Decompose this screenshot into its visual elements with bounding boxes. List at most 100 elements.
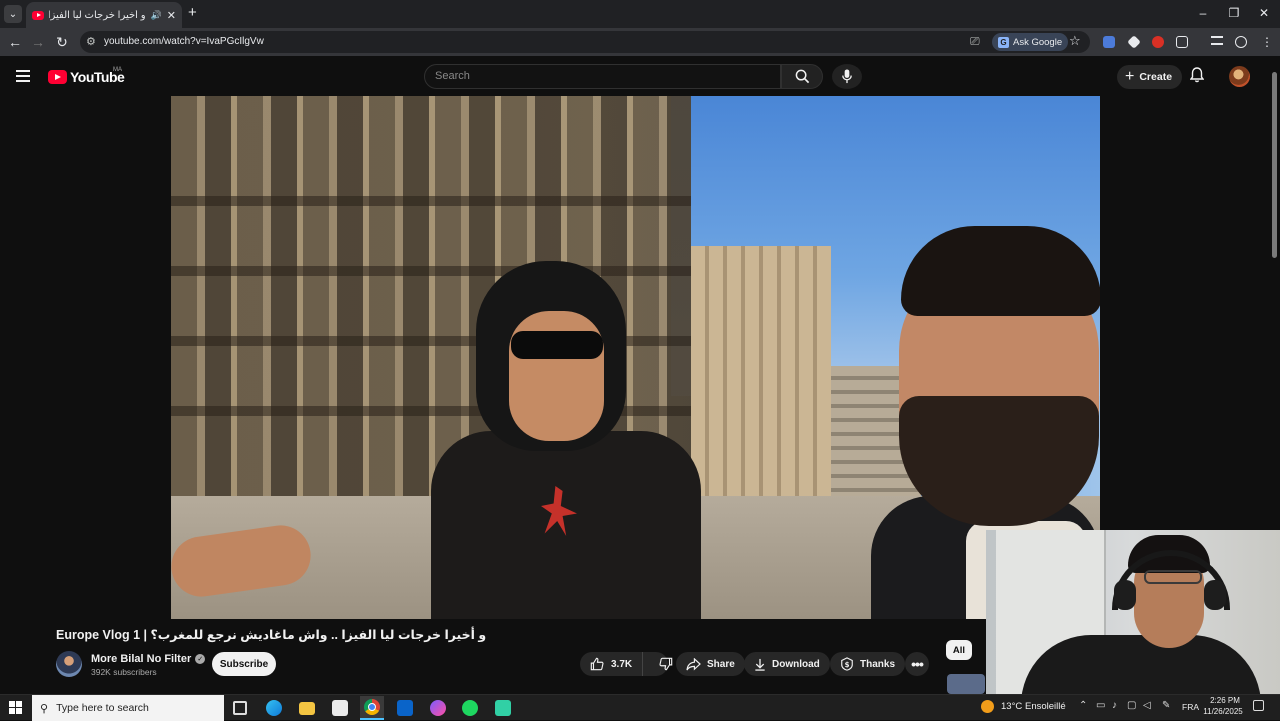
close-tab-icon[interactable]: ✕ bbox=[167, 9, 176, 22]
plus-icon: + bbox=[1125, 68, 1135, 85]
browser-tab-active[interactable]: و أخيرا خرجات ليا الفيزا .. واش 🔊 ✕ bbox=[26, 2, 182, 28]
windows-start-icon[interactable] bbox=[9, 701, 22, 714]
search-input[interactable]: Search bbox=[424, 64, 781, 89]
kebab-menu-icon[interactable]: ⋮ bbox=[1258, 34, 1276, 50]
subscriber-count: 392K subscribers bbox=[91, 667, 157, 677]
new-tab-icon[interactable]: + bbox=[188, 5, 197, 20]
create-label: Create bbox=[1139, 71, 1173, 83]
store-icon[interactable] bbox=[332, 700, 348, 716]
video-frame-facade bbox=[691, 246, 831, 506]
puzzle-icon[interactable] bbox=[1176, 36, 1188, 48]
task-view-icon[interactable] bbox=[233, 701, 247, 715]
video-player[interactable] bbox=[171, 96, 1100, 619]
chrome-taskbar-button[interactable] bbox=[360, 696, 384, 720]
tray-volume-icon[interactable]: ◁ bbox=[1143, 700, 1151, 711]
windows-taskbar: ⚲ Type here to search bbox=[0, 694, 1280, 721]
download-icon bbox=[755, 658, 765, 671]
voice-search-button[interactable] bbox=[832, 64, 862, 89]
tray-pen-icon[interactable]: ✎ bbox=[1162, 700, 1170, 711]
chrome-icon bbox=[364, 699, 380, 715]
thanks-label: Thanks bbox=[860, 658, 896, 670]
profile-icon[interactable] bbox=[1235, 36, 1247, 48]
page-scrollbar[interactable] bbox=[1272, 72, 1277, 258]
ask-google-button[interactable]: G Ask Google bbox=[992, 33, 1069, 51]
speaker-icon[interactable]: 🔊 bbox=[151, 10, 162, 21]
tray-microphone-icon[interactable]: ♪ bbox=[1112, 700, 1117, 711]
more-actions-icon[interactable]: ••• bbox=[905, 652, 929, 676]
clock-date[interactable]: 11/26/2025 bbox=[1201, 707, 1245, 716]
spotify-icon[interactable] bbox=[462, 700, 478, 716]
weather-temperature[interactable]: 13°C bbox=[1001, 701, 1022, 712]
tray-network-icon[interactable]: ▢ bbox=[1127, 700, 1136, 711]
search-icon: ⚲ bbox=[40, 702, 49, 715]
clock-time[interactable]: 2:26 PM bbox=[1205, 696, 1245, 705]
channel-name: More Bilal No Filter bbox=[91, 653, 192, 665]
bookmark-star-icon[interactable]: ☆ bbox=[1069, 33, 1081, 49]
window-close-icon[interactable]: ✕ bbox=[1254, 6, 1274, 20]
minimize-icon[interactable]: – bbox=[1193, 6, 1213, 20]
like-button[interactable]: 3.7K bbox=[580, 652, 644, 676]
restore-icon[interactable]: ❐ bbox=[1224, 6, 1244, 20]
outlook-icon[interactable] bbox=[397, 700, 413, 716]
account-avatar[interactable] bbox=[1229, 66, 1250, 87]
video-title: و أخيرا خرجات ليا الفيزا .. واش ماغاديش … bbox=[56, 628, 487, 642]
taskbar-search-input[interactable]: ⚲ Type here to search bbox=[32, 695, 224, 721]
browser-tab-strip: ⌄ و أخيرا خرجات ليا الفيزا .. واش 🔊 ✕ + … bbox=[0, 0, 1280, 28]
notifications-bell-icon[interactable] bbox=[1189, 67, 1205, 88]
subscribe-button[interactable]: Subscribe bbox=[212, 652, 276, 676]
youtube-masthead: YouTube MA Search + Create bbox=[0, 56, 1280, 96]
reading-list-icon[interactable] bbox=[1211, 36, 1223, 45]
cast-icon[interactable]: ⎚ bbox=[970, 34, 980, 49]
verified-check-icon: ✓ bbox=[195, 654, 206, 664]
file-explorer-icon[interactable] bbox=[299, 702, 315, 715]
site-info-icon[interactable]: ⚙ bbox=[86, 35, 96, 48]
back-arrow-icon[interactable]: ← bbox=[6, 34, 24, 50]
extension-red-icon[interactable] bbox=[1152, 36, 1164, 48]
like-dislike-group: 3.7K bbox=[580, 652, 673, 676]
url-text[interactable]: youtube.com/watch?v=IvaPGcIlgVw bbox=[104, 36, 264, 47]
country-code: MA bbox=[113, 67, 122, 73]
extension-diamond-icon[interactable] bbox=[1127, 35, 1141, 49]
weather-description[interactable]: Ensoleillé bbox=[1025, 701, 1066, 712]
browser-toolbar: ← → ↻ ⚙ youtube.com/watch?v=IvaPGcIlgVw … bbox=[0, 28, 1280, 56]
create-button[interactable]: + Create bbox=[1117, 65, 1183, 89]
tray-chevron-up-icon[interactable]: ⌃ bbox=[1079, 700, 1087, 711]
messenger-icon[interactable] bbox=[430, 700, 446, 716]
thumbs-down-icon bbox=[659, 657, 673, 671]
hamburger-menu-icon[interactable] bbox=[16, 70, 30, 82]
search-icon bbox=[795, 69, 809, 84]
filter-chip-all[interactable]: All bbox=[946, 640, 972, 660]
microphone-icon bbox=[842, 69, 852, 84]
reload-icon[interactable]: ↻ bbox=[53, 34, 71, 50]
input-language[interactable]: FRA bbox=[1182, 702, 1199, 712]
youtube-favicon-icon bbox=[32, 10, 44, 20]
thanks-dollar-icon: $ bbox=[841, 657, 853, 671]
lens-icon: G bbox=[998, 36, 1009, 48]
video-frame-person bbox=[431, 261, 701, 619]
channel-name-link[interactable]: More Bilal No Filter ✓ bbox=[91, 653, 206, 665]
share-button[interactable]: Share bbox=[676, 652, 745, 676]
youtube-play-icon bbox=[48, 70, 67, 84]
translate-extension-icon[interactable] bbox=[1103, 36, 1115, 48]
like-count: 3.7K bbox=[611, 658, 633, 670]
forward-arrow-icon[interactable]: → bbox=[29, 34, 47, 50]
tray-meet-icon[interactable]: ▭ bbox=[1096, 700, 1105, 711]
tab-search-icon[interactable]: ⌄ bbox=[4, 5, 22, 23]
app-icon[interactable] bbox=[495, 700, 511, 716]
weather-sun-icon[interactable] bbox=[981, 700, 994, 713]
download-label: Download bbox=[772, 658, 820, 670]
address-bar[interactable]: ⚙ youtube.com/watch?v=IvaPGcIlgVw ⎚ G As… bbox=[80, 31, 1090, 53]
notification-center-icon[interactable] bbox=[1253, 700, 1264, 711]
ask-google-label: Ask Google bbox=[1013, 36, 1063, 48]
related-video-thumbnail[interactable] bbox=[947, 674, 985, 694]
share-arrow-icon bbox=[686, 657, 701, 671]
download-button[interactable]: Download bbox=[744, 652, 830, 676]
thanks-button[interactable]: $ Thanks bbox=[830, 652, 906, 676]
search-button[interactable] bbox=[781, 64, 823, 89]
channel-avatar[interactable] bbox=[56, 651, 82, 677]
svg-text:$: $ bbox=[845, 661, 850, 669]
tab-title: و أخيرا خرجات ليا الفيزا .. واش bbox=[49, 9, 146, 21]
webcam-overlay bbox=[986, 530, 1280, 694]
search-placeholder: Search bbox=[435, 70, 470, 82]
edge-icon[interactable] bbox=[266, 700, 282, 716]
